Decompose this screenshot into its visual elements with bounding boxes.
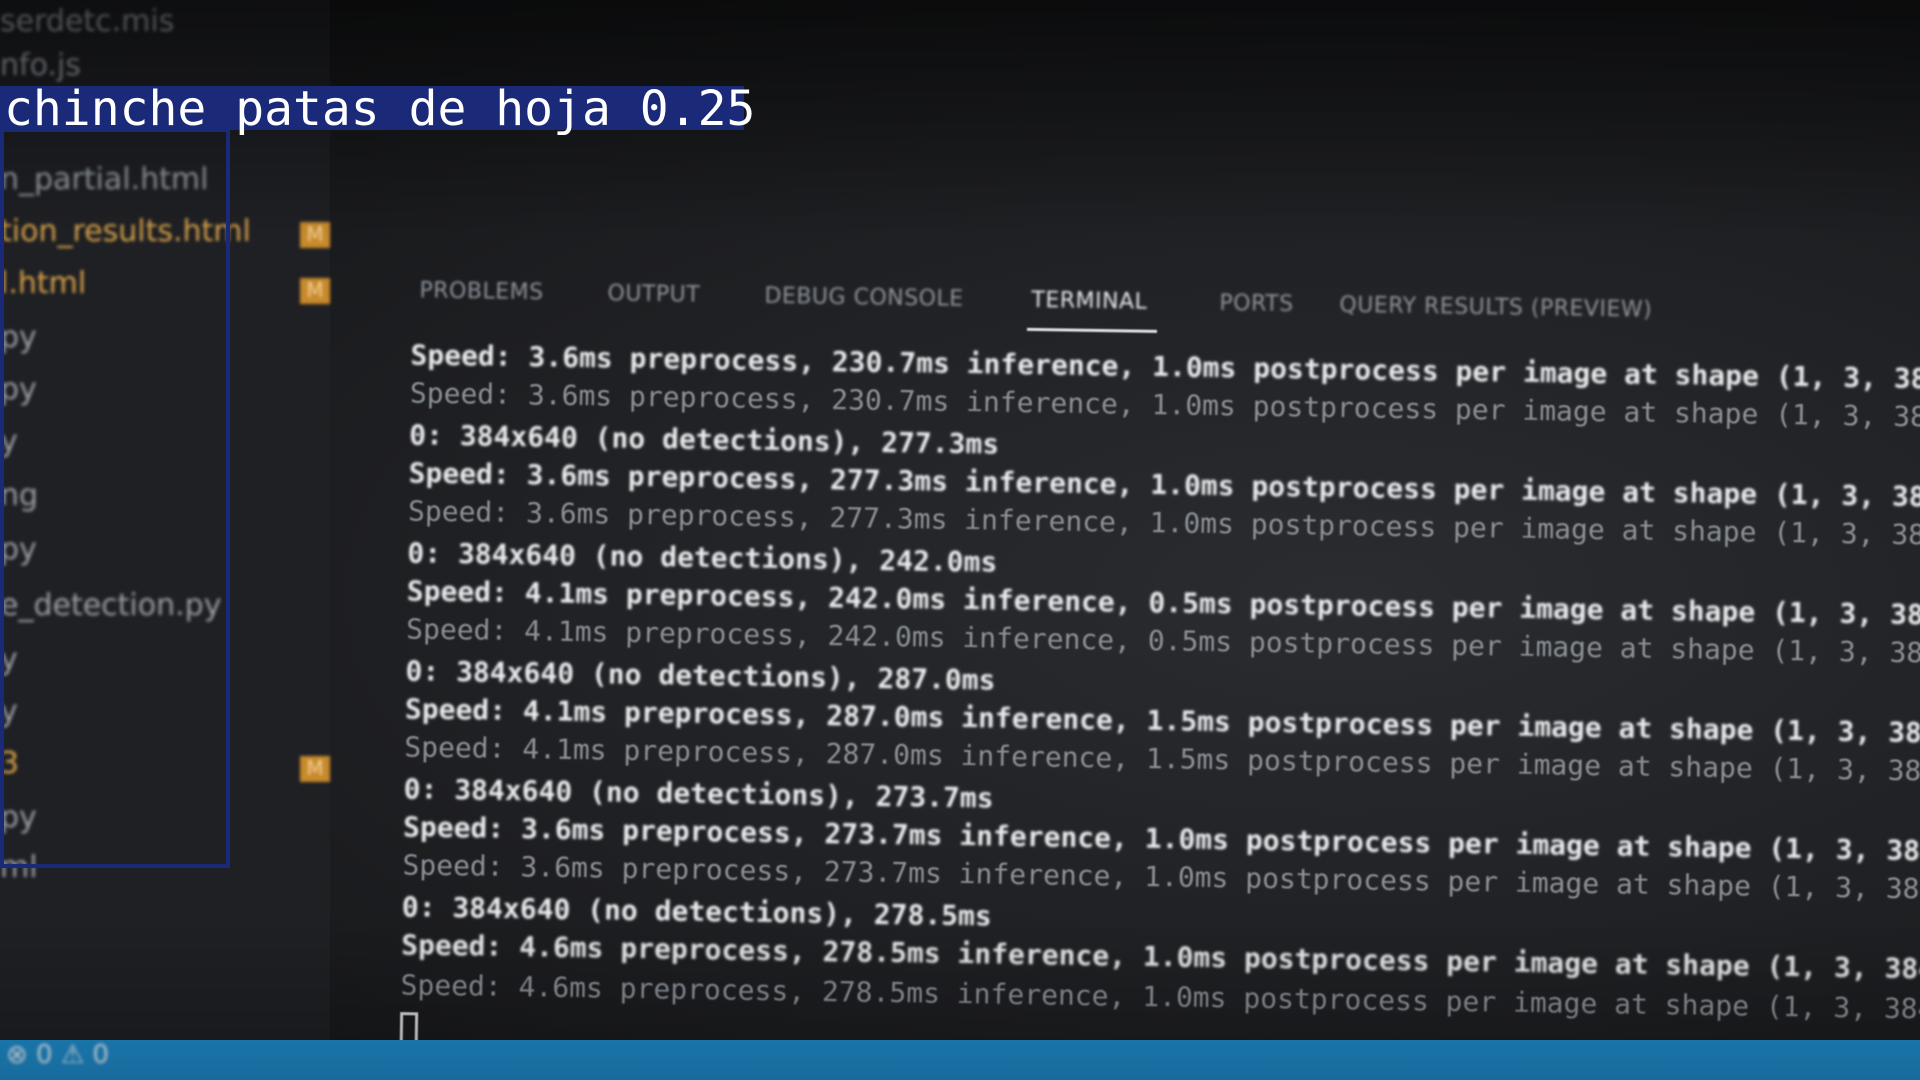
terminal-line: 0: 384x640 (no detections), 273.7ms	[403, 772, 994, 815]
modified-badge: M	[300, 756, 330, 782]
tab-query-results[interactable]: QUERY RESULTS (PREVIEW)	[1339, 293, 1652, 323]
bottom-panel: PROBLEMS OUTPUT DEBUG CONSOLE TERMINAL P…	[388, 260, 1920, 1064]
tab-debug-console[interactable]: DEBUG CONSOLE	[764, 284, 964, 312]
tab-terminal[interactable]: TERMINAL	[1031, 288, 1147, 315]
modified-badge: M	[300, 222, 330, 248]
tab-output[interactable]: OUTPUT	[607, 281, 700, 307]
status-bar	[0, 1040, 1920, 1080]
terminal-line: 0: 384x640 (no detections), 277.3ms	[408, 418, 1000, 461]
explorer-item[interactable]: serdetc.mis	[0, 4, 174, 39]
terminal-line: 0: 384x640 (no detections), 242.0ms	[407, 536, 998, 579]
panel-tabs: PROBLEMS OUTPUT DEBUG CONSOLE TERMINAL P…	[419, 278, 1920, 352]
tab-problems[interactable]: PROBLEMS	[419, 278, 543, 305]
detection-bounding-box	[0, 128, 230, 868]
terminal-line: 0: 384x640 (no detections), 278.5ms	[401, 890, 993, 933]
explorer-item[interactable]: nfo.js	[0, 48, 81, 83]
status-problems-count[interactable]: ⊗ 0 ⚠ 0	[6, 1040, 109, 1070]
active-tab-indicator	[1026, 327, 1157, 333]
tab-ports[interactable]: PORTS	[1219, 291, 1294, 317]
detection-label: chinche patas de hoja 0.25	[0, 85, 755, 133]
terminal-line: 0: 384x640 (no detections), 287.0ms	[405, 654, 996, 697]
modified-badge: M	[300, 278, 330, 304]
